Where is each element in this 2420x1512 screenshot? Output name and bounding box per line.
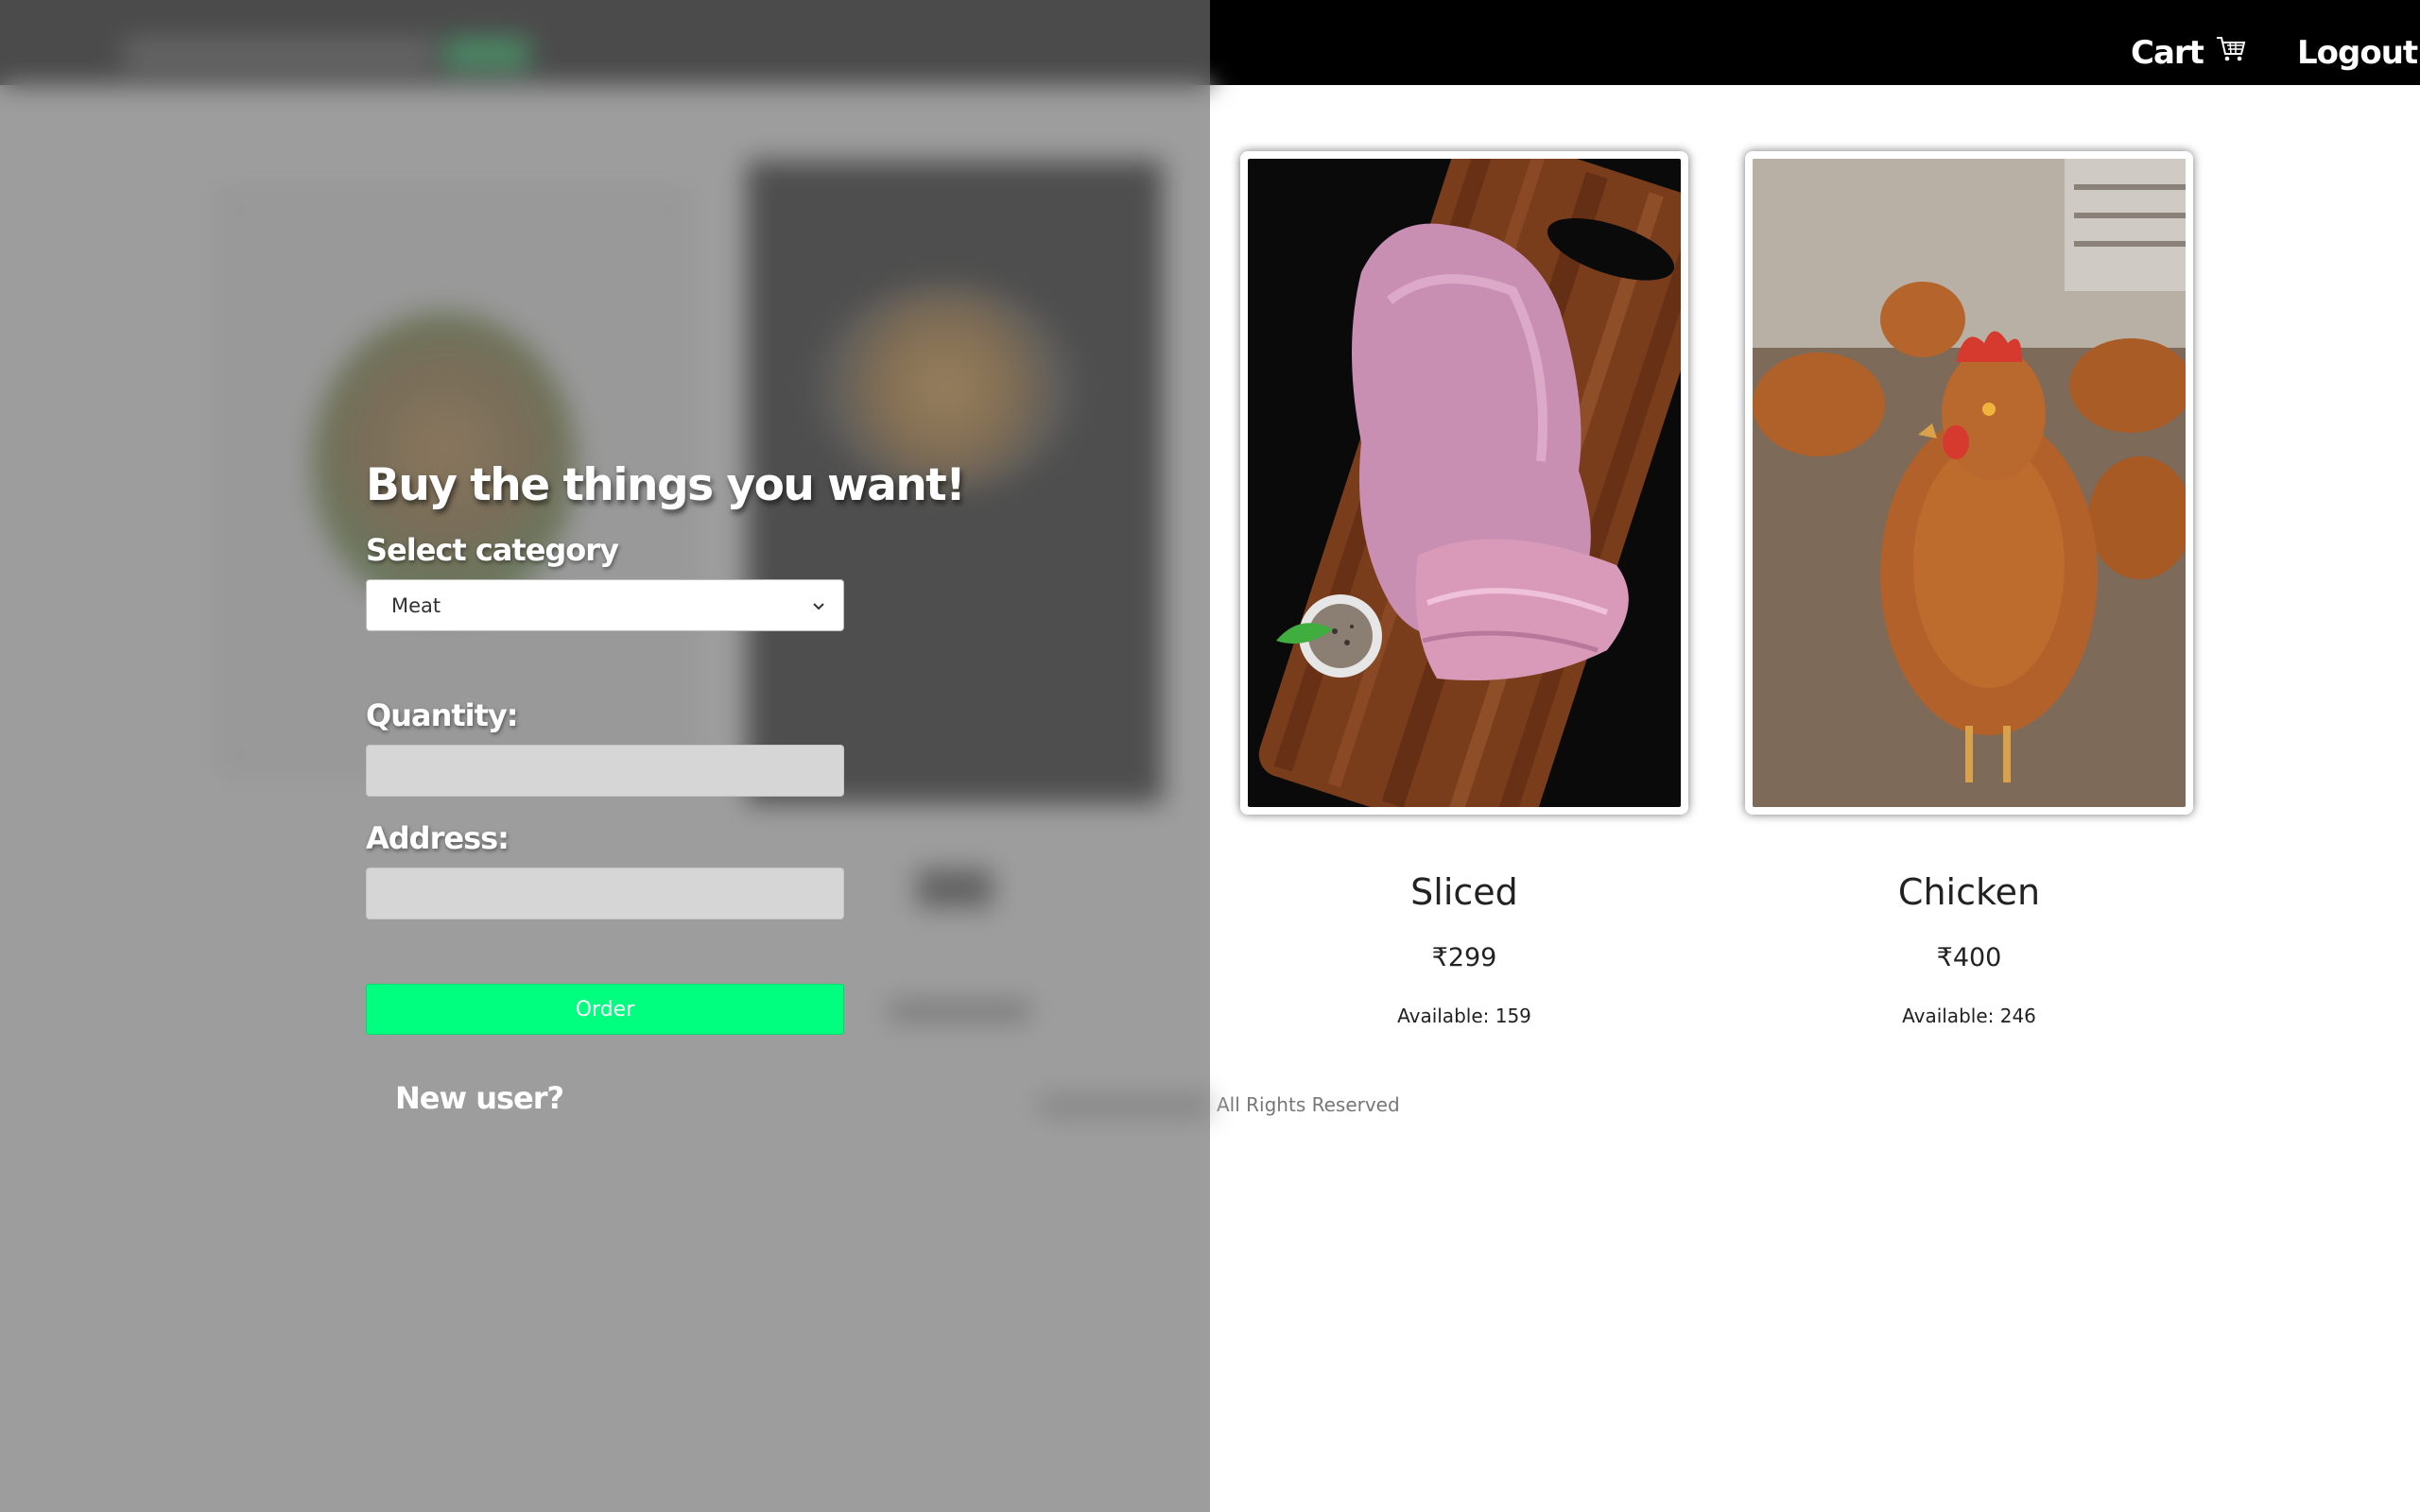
footer-copyright: All Rights Reserved — [1217, 1093, 1400, 1116]
quantity-label: Quantity: — [366, 697, 519, 733]
new-user-link[interactable]: New user? — [395, 1080, 564, 1116]
quantity-input[interactable] — [366, 745, 844, 797]
product-availability: Available: 159 — [1397, 1005, 1531, 1027]
product-name: Sliced — [1410, 871, 1518, 913]
product-card-chicken[interactable] — [1745, 151, 2193, 815]
shopping-cart-icon — [2215, 34, 2247, 72]
product-price: ₹400 — [1936, 943, 2002, 972]
category-select[interactable]: Meat — [366, 579, 844, 631]
sliced-meat-image — [1248, 159, 1681, 807]
chicken-image — [1753, 159, 2186, 807]
cart-label: Cart — [2131, 34, 2204, 72]
product-price: ₹299 — [1431, 943, 1497, 972]
order-button[interactable]: Order — [366, 984, 844, 1035]
cart-link[interactable]: Cart — [2131, 32, 2247, 74]
chevron-down-icon — [811, 594, 826, 617]
order-form-title: Buy the things you want! — [366, 459, 966, 511]
product-availability: Available: 246 — [1902, 1005, 2036, 1027]
address-label: Address: — [366, 820, 510, 856]
logout-link[interactable]: Logout — [2297, 32, 2418, 74]
product-name: Chicken — [1897, 871, 2041, 913]
category-label: Select category — [366, 532, 619, 568]
category-selected-value: Meat — [391, 593, 441, 617]
address-input[interactable] — [366, 868, 844, 919]
product-card-sliced[interactable] — [1240, 151, 1688, 815]
